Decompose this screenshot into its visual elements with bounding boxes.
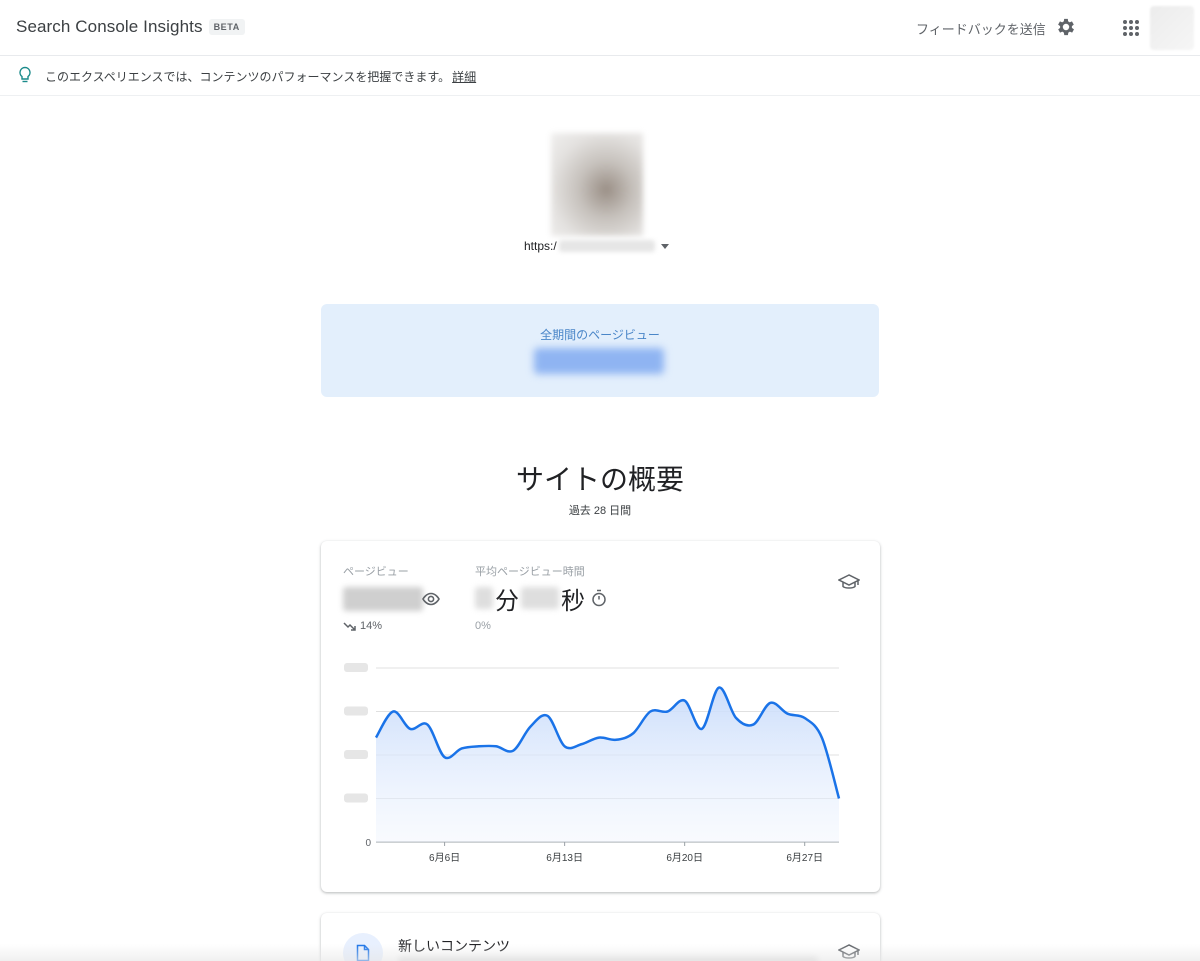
y-tick-label-redacted <box>344 750 368 759</box>
all-time-pageviews-value-redacted <box>534 348 664 374</box>
send-feedback-link[interactable]: フィードバックを送信 <box>916 19 1046 38</box>
site-url-prefix: https:/ <box>524 239 557 253</box>
minutes-unit: 分 <box>495 587 519 615</box>
info-text: このエクスペリエンスでは、コンテンツのパフォーマンスを把握できます。 詳細 <box>45 68 476 85</box>
graduation-cap-icon[interactable] <box>838 573 860 591</box>
y-tick-label: 0 <box>365 838 371 849</box>
app-title: Search Console Insights <box>16 17 203 36</box>
pageviews-change-value: 14% <box>360 620 383 632</box>
y-tick-label-redacted <box>344 663 368 672</box>
bottom-fade <box>0 944 1200 961</box>
x-tick-label: 6月6日 <box>429 852 460 864</box>
avg-time-label: 平均ページビュー時間 <box>475 566 585 578</box>
site-thumbnail <box>551 133 643 236</box>
avg-time-value: 分 秒 <box>475 583 607 615</box>
site-overview-title: サイトの概要 <box>515 464 684 495</box>
pageviews-label: ページビュー <box>343 566 409 578</box>
site-selector[interactable]: https:/ <box>524 239 669 253</box>
x-tick-label: 6月13日 <box>546 852 583 864</box>
site-overview-period: 過去 28 日間 <box>568 505 632 517</box>
beta-badge: BETA <box>208 19 245 35</box>
account-avatar[interactable] <box>1150 6 1194 50</box>
avg-time-change: 0% <box>475 620 491 632</box>
gear-icon[interactable] <box>1055 16 1077 38</box>
site-overview-card: ページビュー 14% 平均ページビュー時間 分 秒 0% 0 6月6日 6月13… <box>321 541 880 892</box>
trending-down-icon <box>343 622 356 631</box>
eye-icon <box>422 592 440 606</box>
brand[interactable]: Search Console Insights BETA <box>16 17 245 37</box>
all-time-pageviews-card: 全期間のページビュー <box>321 304 879 397</box>
seconds-unit: 秒 <box>561 587 585 615</box>
x-tick-label: 6月27日 <box>786 852 823 864</box>
y-tick-label-redacted <box>344 793 368 803</box>
info-message: このエクスペリエンスでは、コンテンツのパフォーマンスを把握できます。 <box>45 70 451 84</box>
top-app-bar: Search Console Insights BETA フィードバックを送信 <box>0 0 1200 56</box>
dropdown-arrow-icon <box>660 243 669 249</box>
timer-icon <box>592 589 606 607</box>
learn-more-link[interactable]: 詳細 <box>452 70 476 84</box>
site-url-redacted <box>558 240 655 252</box>
info-banner: このエクスペリエンスでは、コンテンツのパフォーマンスを把握できます。 詳細 <box>0 56 1200 96</box>
minutes-value-redacted <box>475 587 493 609</box>
pageviews-change: 14% <box>343 620 382 632</box>
pageviews-value-redacted <box>343 587 423 611</box>
y-tick-label-redacted <box>344 706 368 716</box>
pageviews-area <box>376 687 839 842</box>
lightbulb-icon <box>19 66 31 83</box>
all-time-pageviews-label: 全期間のページビュー <box>540 328 660 342</box>
pageviews-chart: 0 6月6日 6月13日 6月20日 6月27日 <box>344 663 841 864</box>
apps-grid-icon[interactable] <box>1121 18 1141 38</box>
seconds-value-redacted <box>521 587 559 609</box>
x-tick-label: 6月20日 <box>666 852 703 864</box>
